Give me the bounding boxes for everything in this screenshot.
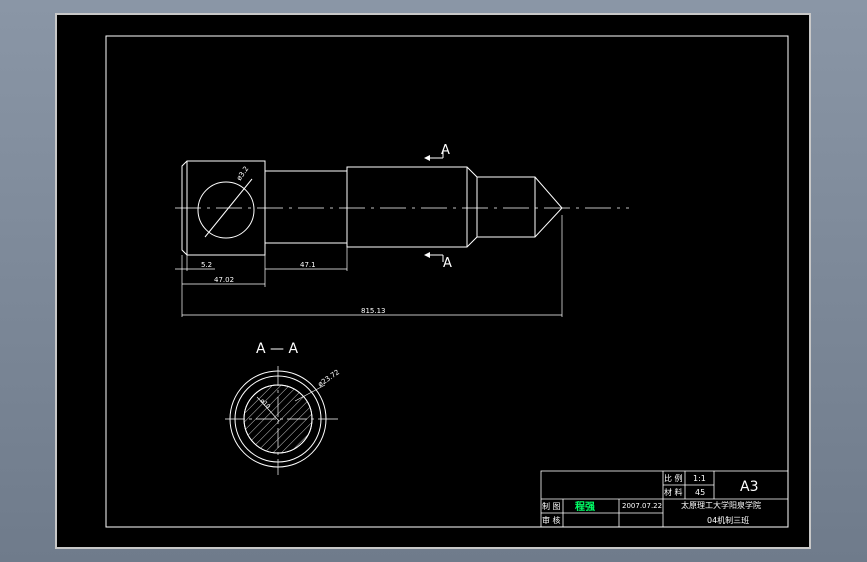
class-name: 04机制三班 (707, 515, 749, 525)
sheet-size: A3 (740, 479, 758, 495)
section-marker-top: A (424, 143, 450, 161)
date: 2007.07.22 (622, 502, 662, 510)
scale-value: 1:1 (693, 474, 706, 483)
section-label-top: A (441, 143, 450, 158)
material-value: 45 (695, 488, 705, 497)
drawing-border (105, 35, 789, 528)
scale-label: 比 例 (664, 473, 683, 483)
material-label: 材 料 (664, 487, 683, 497)
dim-5-2: 5.2 (201, 261, 212, 269)
dim-47-1: 47.1 (300, 261, 316, 269)
cad-drawing: A A ø3.2 5.2 47.1 47.02 815.13 A — A ø23… (105, 35, 789, 528)
section-label-bottom: A (443, 256, 452, 271)
dim-section-dia: ø23.72 (317, 368, 342, 389)
checked-label: 审 核 (542, 515, 561, 525)
cad-viewport[interactable]: A A ø3.2 5.2 47.1 47.02 815.13 A — A ø23… (55, 13, 811, 549)
section-view-title: A — A (256, 341, 298, 357)
dim-hole-dia: ø3.2 (235, 165, 250, 182)
dim-47-02: 47.02 (214, 276, 234, 284)
drawn-label: 制 图 (542, 501, 561, 511)
cross-hole (197, 181, 255, 239)
dimension-lines (175, 215, 563, 317)
drawn-name: 程强 (575, 500, 595, 513)
school-name: 太原理工大学阳泉学院 (681, 500, 761, 510)
dim-total: 815.13 (361, 307, 386, 315)
shank (265, 166, 478, 248)
cone-tip (477, 176, 563, 238)
section-marker-bottom: A (424, 252, 452, 271)
